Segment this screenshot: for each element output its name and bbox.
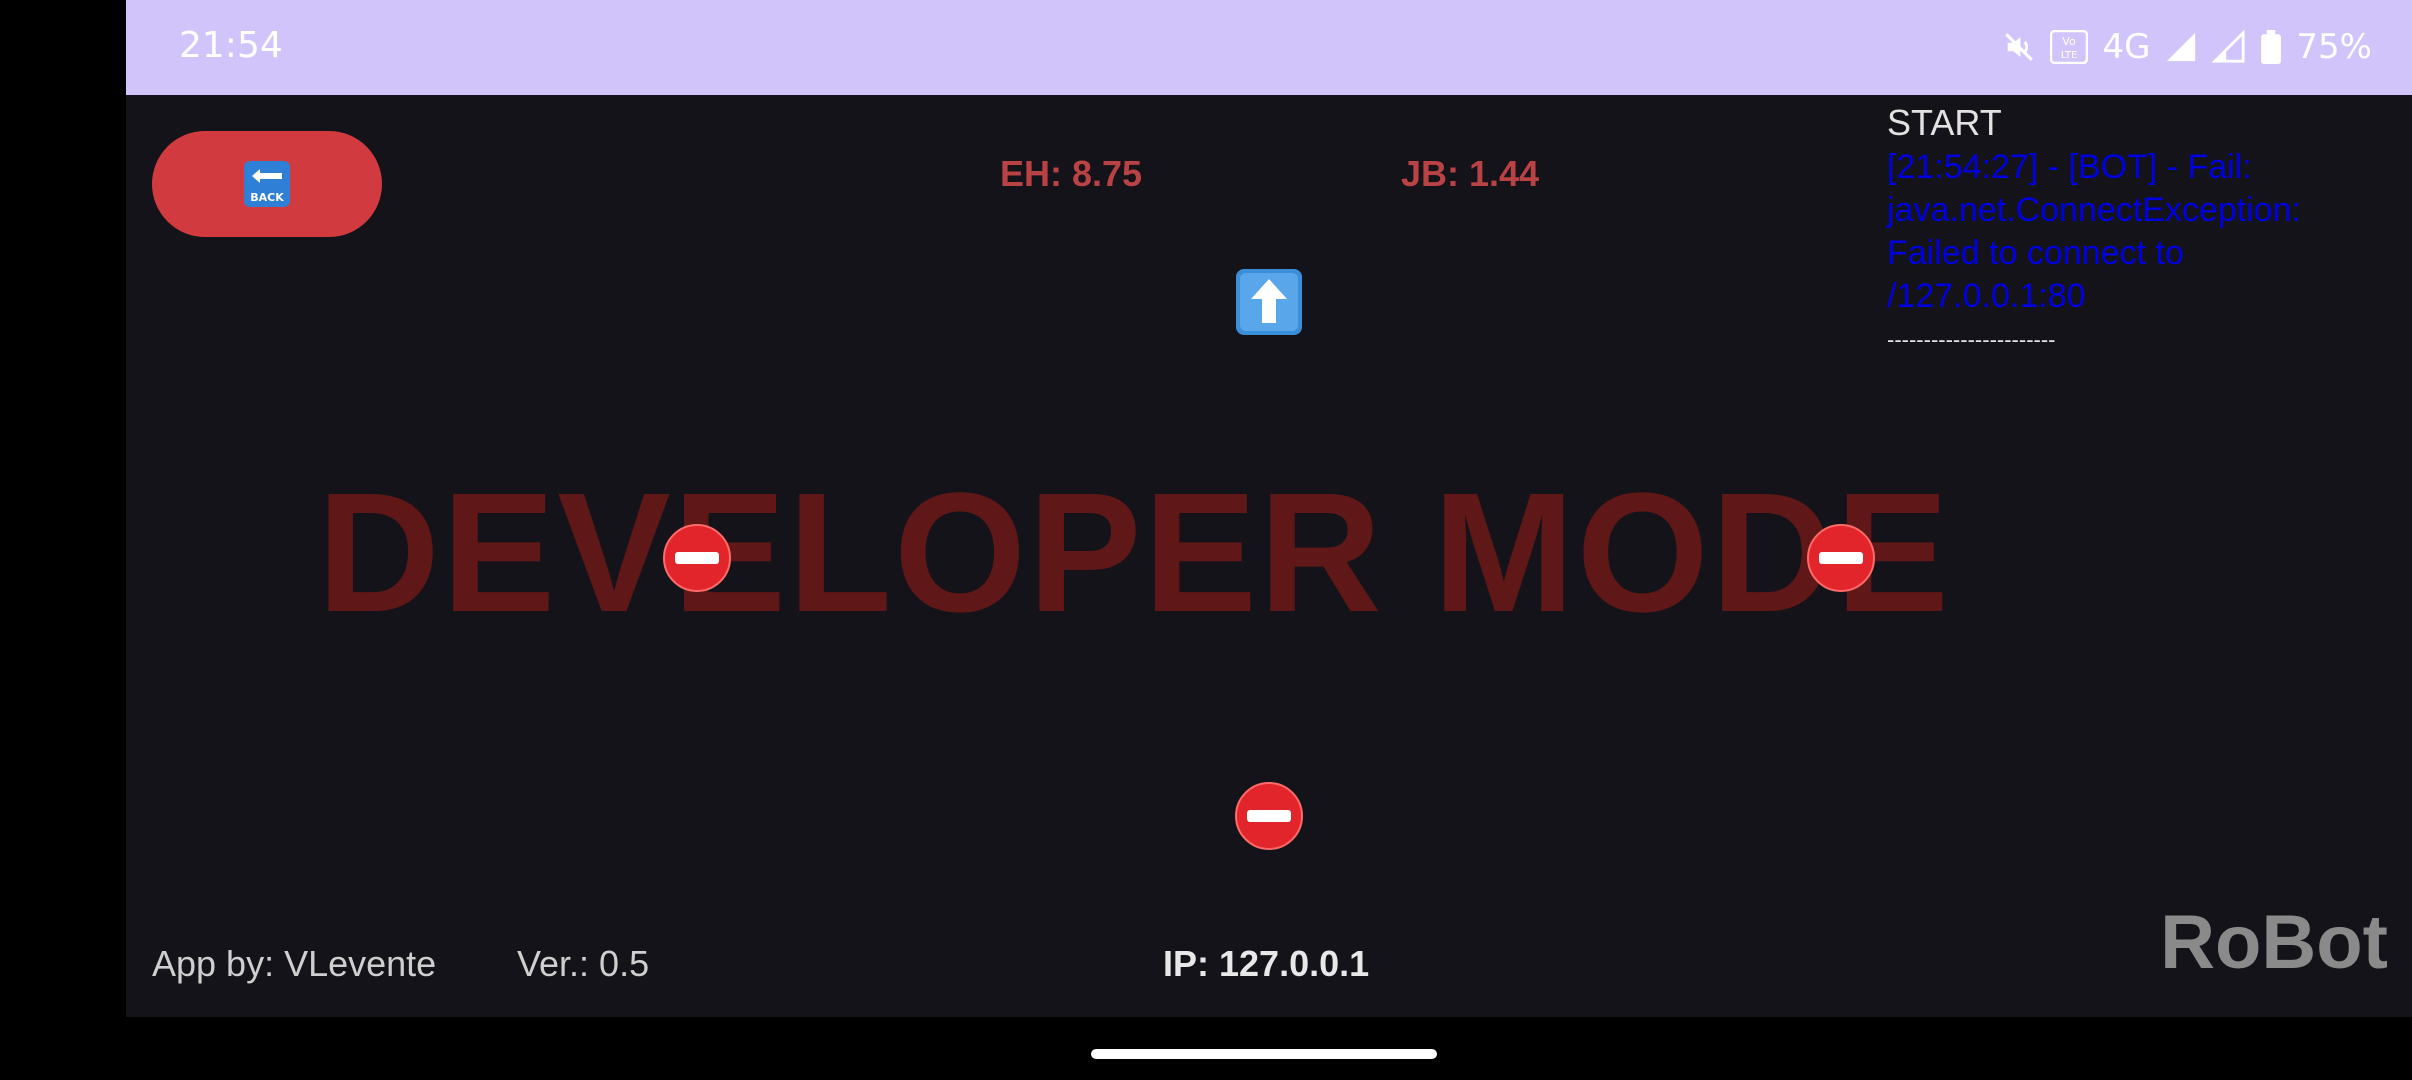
battery-icon <box>2261 30 2282 64</box>
mute-icon <box>2005 33 2034 61</box>
svg-text:Vo: Vo <box>2063 35 2077 48</box>
log-title: START <box>1887 102 2002 143</box>
log-entry: [21:54:27] - [BOT] - Fail: java.net.Conn… <box>1887 148 2301 316</box>
status-time: 21:54 <box>179 25 283 66</box>
battery-percent: 75% <box>2296 27 2372 67</box>
volte-icon: Vo LTE <box>2050 30 2089 64</box>
version-label: Ver.: 0.5 <box>517 943 650 984</box>
log-panel[interactable]: START [21:54:27] - [BOT] - Fail: java.ne… <box>1887 101 2387 352</box>
status-bar: 21:54 Vo LTE 4G 75% <box>126 0 2412 95</box>
network-type: 4G <box>2102 27 2151 67</box>
brand-logo: RoBot <box>2160 900 2388 985</box>
svg-text:LTE: LTE <box>2061 50 2078 61</box>
down-stop-icon[interactable] <box>1234 781 1304 851</box>
eh-value: EH: 8.75 <box>1000 153 1143 194</box>
status-icons: Vo LTE 4G 75% <box>2002 22 2372 72</box>
svg-text:BACK: BACK <box>250 191 284 204</box>
back-button[interactable]: BACK <box>152 131 382 237</box>
up-arrow-icon[interactable] <box>1234 267 1304 337</box>
right-stop-icon[interactable] <box>1806 523 1876 593</box>
author-label: App by: VLevente <box>152 943 437 984</box>
signal-icon <box>2167 32 2196 62</box>
ip-label: IP: 127.0.0.1 <box>1163 943 1370 984</box>
back-arrow-icon: BACK <box>244 161 290 207</box>
signal-2-icon <box>2212 30 2246 63</box>
home-gesture-handle[interactable] <box>1091 1049 1437 1059</box>
robot-controller-screen: DEVELOPER MODE BACK EH: 8.75 JB: 1.44 ST… <box>126 95 2412 1017</box>
log-separator: ----------------------- <box>1887 327 2056 353</box>
navigation-bar <box>0 1017 2412 1080</box>
left-stop-icon[interactable] <box>662 523 732 593</box>
jb-value: JB: 1.44 <box>1401 153 1540 194</box>
developer-mode-watermark: DEVELOPER MODE <box>317 458 1951 648</box>
